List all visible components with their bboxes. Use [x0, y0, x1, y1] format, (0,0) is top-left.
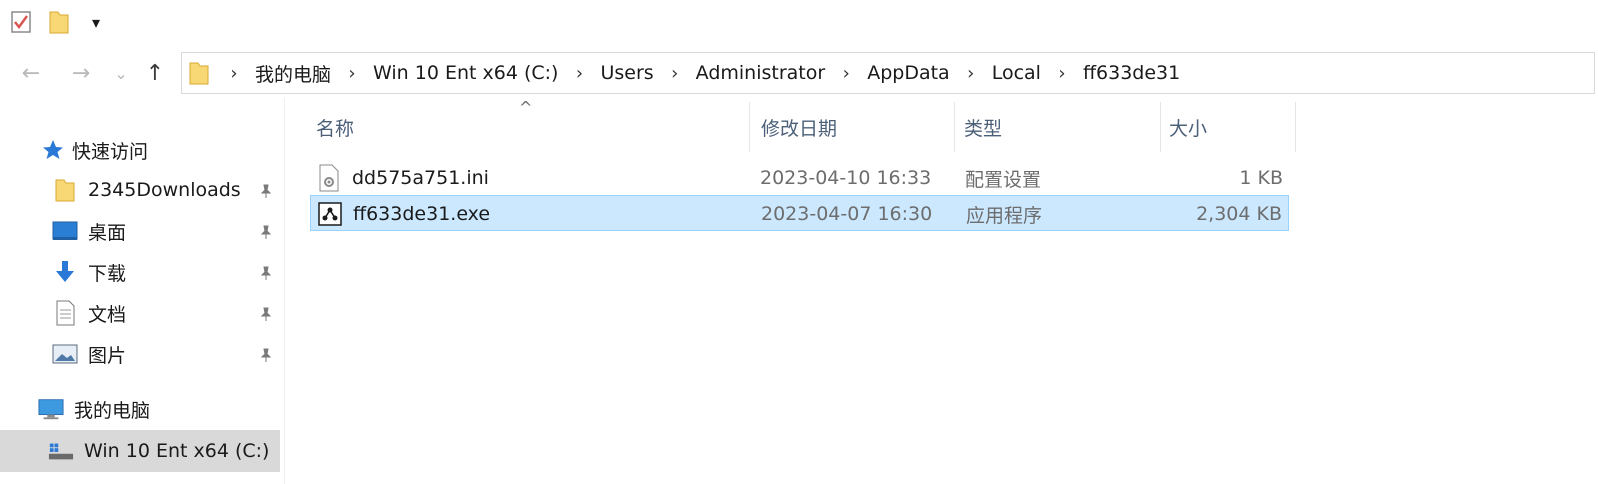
sidebar-item-quick-access[interactable]: 快速访问	[40, 132, 148, 168]
documents-icon	[52, 300, 78, 326]
file-type: 应用程序	[966, 204, 1043, 227]
file-name: dd575a751.ini	[352, 167, 489, 189]
customize-toolbar-dropdown-icon[interactable]: ▾	[86, 8, 106, 36]
sidebar-item-label: 图片	[88, 344, 127, 367]
file-row[interactable]: dd575a751.ini 2023-04-10 16:33 配置设置 1 KB	[310, 160, 1289, 196]
file-size: 1 KB	[1239, 167, 1283, 189]
recent-locations-button[interactable]: ⌄	[112, 60, 130, 86]
column-header-date-modified[interactable]: 修改日期	[755, 102, 955, 152]
sidebar-item-label: 2345Downloads	[88, 179, 241, 201]
column-header-type[interactable]: 类型	[958, 102, 1161, 152]
breadcrumb-separator[interactable]: ›	[334, 63, 370, 84]
file-name-cell[interactable]: dd575a751.ini	[316, 160, 489, 196]
sidebar-item-desktop[interactable]: 桌面	[52, 213, 282, 249]
file-list: ^ 名称 修改日期 类型 大小 dd575a751.ini 2023-04-10…	[285, 98, 1598, 484]
column-header-name[interactable]: 名称	[310, 102, 750, 152]
computer-icon	[38, 396, 64, 422]
up-button[interactable]: ↑	[142, 60, 168, 86]
file-type: 配置设置	[965, 168, 1042, 191]
file-name: ff633de31.exe	[353, 203, 491, 225]
breadcrumb-separator[interactable]: ›	[1044, 63, 1080, 84]
breadcrumb-users[interactable]: Users	[597, 62, 656, 84]
back-button[interactable]: ←	[18, 60, 44, 86]
breadcrumb-current-folder[interactable]: ff633de31	[1080, 62, 1183, 84]
file-name-cell[interactable]: ff633de31.exe	[317, 196, 490, 232]
breadcrumb-administrator[interactable]: Administrator	[693, 62, 829, 84]
file-row[interactable]: ff633de31.exe 2023-04-07 16:30 应用程序 2,30…	[310, 195, 1289, 231]
drive-icon	[48, 438, 74, 464]
breadcrumb-separator[interactable]: ›	[657, 63, 693, 84]
sidebar-item-downloads[interactable]: 下载	[52, 254, 282, 290]
file-date: 2023-04-10 16:33	[760, 167, 932, 189]
pin-icon[interactable]	[258, 346, 274, 362]
desktop-icon	[52, 218, 78, 244]
pin-icon[interactable]	[258, 264, 274, 280]
exe-application-icon	[317, 200, 343, 228]
breadcrumb-this-pc[interactable]: 我的电脑	[252, 60, 334, 87]
sidebar-item-label: Win 10 Ent x64 (C:)	[84, 440, 270, 462]
file-date: 2023-04-07 16:30	[761, 203, 933, 225]
sidebar-item-this-pc[interactable]: 我的电脑	[38, 391, 150, 427]
pictures-icon	[52, 341, 78, 367]
sidebar-item-label: 下载	[88, 262, 127, 285]
star-icon	[40, 137, 66, 163]
column-header-size[interactable]: 大小	[1163, 102, 1296, 152]
address-bar[interactable]: › 我的电脑 › Win 10 Ent x64 (C:) › Users › A…	[181, 52, 1595, 94]
breadcrumb-separator[interactable]: ›	[953, 63, 989, 84]
breadcrumb-drive-c[interactable]: Win 10 Ent x64 (C:)	[370, 62, 561, 84]
download-icon	[52, 259, 78, 285]
ini-settings-file-icon	[316, 164, 342, 192]
breadcrumb-separator[interactable]: ›	[828, 63, 864, 84]
new-folder-icon[interactable]	[46, 8, 72, 36]
quick-access-toolbar: ▾	[0, 0, 1598, 44]
breadcrumb-appdata[interactable]: AppData	[864, 62, 953, 84]
sidebar-item-label: 桌面	[88, 221, 127, 244]
pin-icon[interactable]	[258, 305, 274, 321]
file-size: 2,304 KB	[1196, 203, 1282, 225]
breadcrumb-separator[interactable]: ›	[561, 63, 597, 84]
sidebar-item-documents[interactable]: 文档	[52, 295, 282, 331]
sidebar-item-label: 快速访问	[72, 140, 149, 163]
sidebar-item-drive-c[interactable]: Win 10 Ent x64 (C:)	[0, 430, 280, 472]
properties-check-icon[interactable]	[8, 8, 34, 36]
pin-icon[interactable]	[258, 223, 274, 239]
sidebar-item-label: 文档	[88, 303, 127, 326]
navigation-pane: 快速访问 2345Downloads 桌面 下载 文档 图片 我的电脑 Win …	[0, 98, 285, 484]
sidebar-item-2345downloads[interactable]: 2345Downloads	[52, 172, 282, 208]
folder-icon	[188, 60, 210, 86]
breadcrumb-separator[interactable]: ›	[216, 63, 252, 84]
sidebar-item-label: 我的电脑	[74, 399, 151, 422]
navigation-bar: ← → ⌄ ↑ › 我的电脑 › Win 10 Ent x64 (C:) › U…	[0, 44, 1598, 98]
breadcrumb-local[interactable]: Local	[989, 62, 1044, 84]
forward-button[interactable]: →	[68, 60, 94, 86]
folder-icon	[52, 177, 78, 203]
sidebar-item-pictures[interactable]: 图片	[52, 336, 282, 372]
pin-icon[interactable]	[258, 182, 274, 198]
